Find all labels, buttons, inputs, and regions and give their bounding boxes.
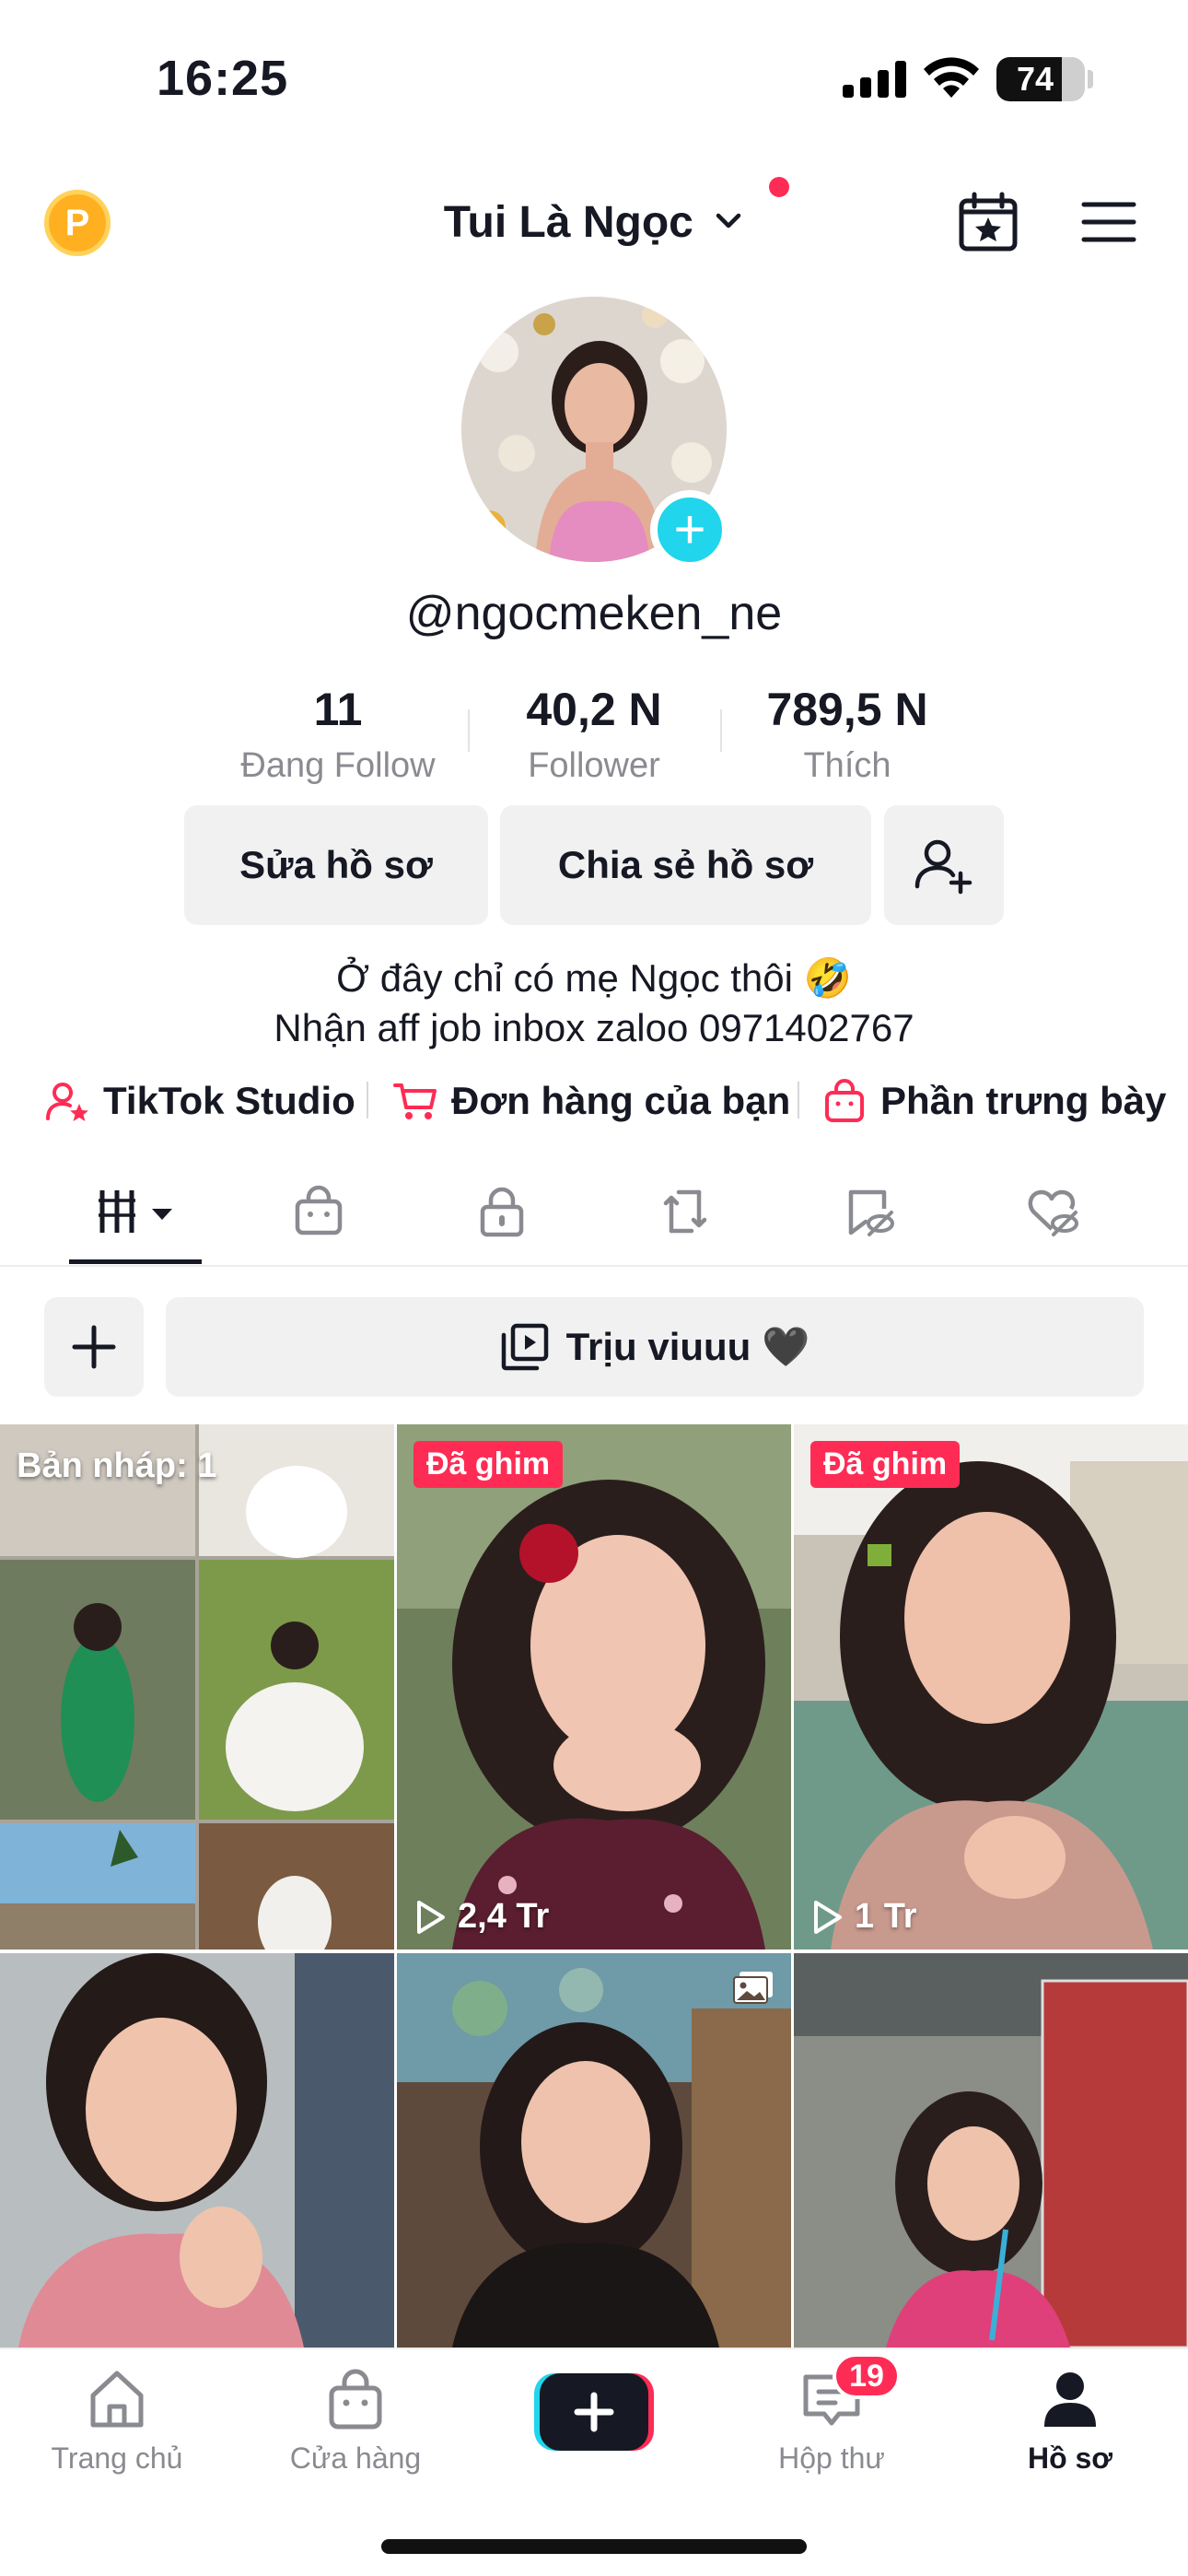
tab-private[interactable] bbox=[447, 1170, 557, 1253]
photo-thumbnail bbox=[397, 1953, 791, 2348]
nav-profile[interactable]: Hồ sơ bbox=[978, 2366, 1162, 2476]
nav-label: Trang chủ bbox=[51, 2441, 183, 2475]
stat-followers[interactable]: 40,2 N Follower bbox=[474, 680, 714, 786]
add-collection-button[interactable] bbox=[44, 1297, 144, 1397]
nav-label: Cửa hàng bbox=[289, 2441, 422, 2475]
link-separator bbox=[798, 1082, 799, 1118]
edit-profile-button[interactable]: Sửa hồ sơ bbox=[184, 805, 488, 925]
status-bar: 16:25 74 bbox=[0, 0, 1188, 157]
link-label: Phần trưng bày bbox=[880, 1079, 1167, 1122]
stat-divider bbox=[468, 709, 470, 752]
view-count-text: 1 Tr bbox=[855, 1897, 917, 1936]
showcase-link[interactable]: Phần trưng bày bbox=[821, 1071, 1166, 1131]
collection-icon bbox=[501, 1323, 548, 1371]
menu-icon[interactable] bbox=[1081, 199, 1136, 245]
draft-tile[interactable]: Bản nháp: 1 bbox=[0, 1424, 394, 1950]
tab-favorites[interactable] bbox=[813, 1170, 924, 1253]
inbox-count-badge: 19 bbox=[833, 2353, 901, 2399]
lock-icon bbox=[480, 1187, 524, 1237]
create-button[interactable] bbox=[534, 2373, 654, 2451]
nav-label: Hồ sơ bbox=[1027, 2441, 1113, 2475]
cart-icon bbox=[393, 1083, 437, 1119]
add-person-icon bbox=[914, 839, 973, 895]
tab-reposts[interactable] bbox=[630, 1170, 740, 1253]
repost-icon bbox=[663, 1189, 707, 1234]
video-tile[interactable] bbox=[794, 1953, 1188, 2348]
calendar-star-icon[interactable] bbox=[956, 190, 1020, 254]
chevron-down-icon bbox=[716, 214, 741, 228]
battery-icon: 74 bbox=[996, 57, 1085, 101]
stat-label: Follower bbox=[528, 746, 660, 785]
profile-icon bbox=[1044, 2372, 1096, 2427]
tab-videos[interactable] bbox=[81, 1170, 192, 1253]
view-count: 2,4 Tr bbox=[412, 1897, 549, 1937]
wifi-icon bbox=[924, 57, 979, 98]
draft-label: Bản nháp: 1 bbox=[17, 1446, 217, 1485]
draft-collage-thumbnail bbox=[0, 1424, 394, 1950]
grid-icon bbox=[99, 1190, 172, 1233]
add-friend-button[interactable] bbox=[884, 805, 1004, 925]
stat-divider bbox=[720, 709, 722, 752]
stat-value: 40,2 N bbox=[526, 684, 662, 735]
collection-name: Trịu viuuu 🖤 bbox=[565, 1324, 810, 1368]
stat-following[interactable]: 11 Đang Follow bbox=[218, 680, 458, 786]
battery-tip bbox=[1088, 70, 1093, 88]
tabs-divider bbox=[0, 1265, 1188, 1267]
orders-link[interactable]: Đơn hàng của bạn bbox=[392, 1071, 790, 1131]
view-count: 1 Tr bbox=[809, 1897, 917, 1937]
nav-home[interactable]: Trang chủ bbox=[25, 2366, 209, 2476]
heart-hidden-icon bbox=[1028, 1189, 1078, 1236]
view-count-text: 2,4 Tr bbox=[458, 1897, 550, 1936]
person-star-icon bbox=[46, 1083, 88, 1121]
link-label: TikTok Studio bbox=[103, 1079, 355, 1122]
shop-icon bbox=[295, 1185, 343, 1235]
account-name: Tui Là Ngọc bbox=[443, 198, 693, 247]
collection-chip[interactable]: Trịu viuuu 🖤 bbox=[166, 1297, 1144, 1397]
home-indicator bbox=[381, 2539, 807, 2554]
pinned-badge: Đã ghim bbox=[810, 1441, 961, 1488]
link-separator bbox=[367, 1082, 368, 1118]
stat-likes[interactable]: 789,5 N Thích bbox=[728, 680, 967, 786]
shop-bag-icon bbox=[825, 1079, 864, 1122]
video-tile[interactable]: Đã ghim 1 Tr bbox=[794, 1424, 1188, 1950]
tab-shop[interactable] bbox=[263, 1170, 374, 1253]
nav-label: Hộp thư bbox=[778, 2441, 885, 2475]
video-thumbnail bbox=[397, 1424, 791, 1950]
video-tile[interactable]: Đã ghim 2,4 Tr bbox=[397, 1424, 791, 1950]
video-tile[interactable] bbox=[0, 1953, 394, 2348]
video-thumbnail bbox=[794, 1953, 1188, 2348]
stat-label: Thích bbox=[803, 746, 891, 785]
stat-label: Đang Follow bbox=[240, 746, 436, 785]
play-icon bbox=[417, 1900, 445, 1934]
active-tab-indicator bbox=[69, 1259, 202, 1264]
bio-line: Nhận aff job inbox zaloo 0971402767 bbox=[274, 1006, 914, 1049]
video-thumbnail bbox=[0, 1953, 394, 2348]
status-time: 16:25 bbox=[157, 51, 289, 106]
cellular-signal-icon bbox=[843, 61, 906, 98]
add-avatar-button[interactable]: + bbox=[650, 490, 729, 569]
share-profile-button[interactable]: Chia sẻ hồ sơ bbox=[500, 805, 871, 925]
pinned-badge: Đã ghim bbox=[413, 1441, 564, 1488]
tab-liked[interactable] bbox=[996, 1170, 1107, 1253]
tiktok-studio-link[interactable]: TikTok Studio bbox=[44, 1071, 355, 1131]
notification-dot bbox=[769, 177, 789, 197]
stat-value: 789,5 N bbox=[766, 684, 928, 735]
nav-shop[interactable]: Cửa hàng bbox=[263, 2366, 448, 2476]
battery-level: 74 bbox=[1016, 60, 1054, 98]
bio-line: Ở đây chỉ có mẹ Ngọc thôi 🤣 bbox=[336, 956, 852, 1000]
home-icon bbox=[90, 2371, 144, 2428]
bookmark-hidden-icon bbox=[848, 1189, 894, 1236]
plus-icon bbox=[72, 1325, 116, 1369]
photo-icon bbox=[733, 1972, 773, 2004]
play-icon bbox=[814, 1900, 842, 1934]
link-label: Đơn hàng của bạn bbox=[451, 1079, 791, 1122]
video-thumbnail bbox=[794, 1424, 1188, 1950]
stat-value: 11 bbox=[313, 684, 363, 735]
username: @ngocmeken_ne bbox=[405, 587, 783, 640]
shop-icon bbox=[329, 2369, 382, 2430]
photo-tile[interactable] bbox=[397, 1953, 791, 2348]
